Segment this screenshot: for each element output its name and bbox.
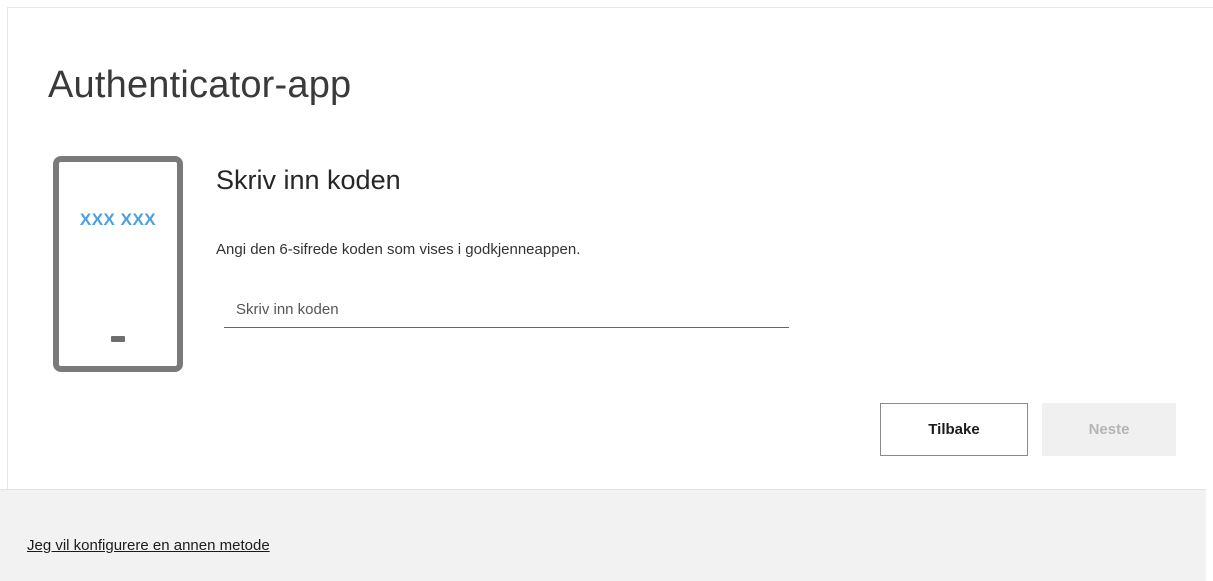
step-heading: Skriv inn koden [216, 165, 401, 195]
code-input[interactable] [224, 292, 789, 328]
footer-bar [0, 489, 1206, 581]
alt-method-link[interactable]: Jeg vil konfigurere en annen metode [27, 537, 270, 554]
next-button[interactable]: Neste [1042, 403, 1176, 456]
phone-code-text: XXX XXX [79, 210, 157, 229]
phone-home-button-icon [111, 336, 125, 342]
step-description: Angi den 6-sifrede koden som vises i god… [216, 241, 581, 258]
back-button[interactable]: Tilbake [880, 403, 1028, 456]
phone-illustration-icon: XXX XXX [53, 156, 183, 372]
page-title: Authenticator-app [48, 64, 352, 106]
